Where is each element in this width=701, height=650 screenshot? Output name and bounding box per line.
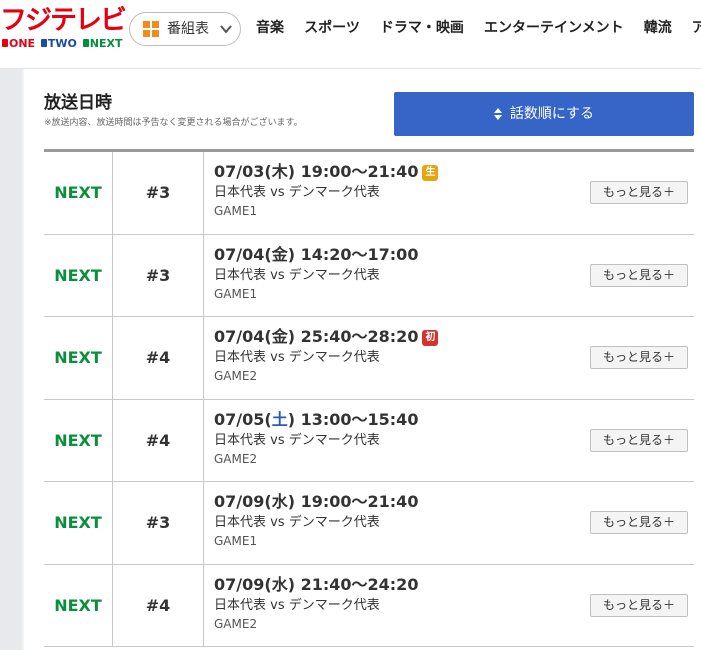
episode-number: #3	[113, 482, 204, 564]
schedule-row: NEXT #3 07/04(金) 14:20〜17:00 日本代表 vs デンマ…	[44, 234, 694, 317]
schedule-row: NEXT #4 07/04(金) 25:40〜28:20 初 日本代表 vs デン…	[44, 317, 694, 400]
game-label: GAME1	[214, 286, 258, 301]
more-button[interactable]: もっと見る＋	[590, 346, 688, 369]
more-button[interactable]: もっと見る＋	[590, 428, 688, 452]
channel-label: NEXT	[44, 152, 113, 234]
game-label: GAME1	[214, 534, 258, 548]
nav-item-korean[interactable]: 韓流	[644, 0, 672, 56]
chevron-down-icon	[220, 25, 232, 34]
logo-channels: ONE TWO NEXT	[0, 36, 122, 52]
game-label: GAME2	[214, 451, 258, 466]
nav-item-entertainment[interactable]: エンターテインメント	[484, 0, 624, 56]
more-button[interactable]: もっと見る＋	[590, 263, 688, 287]
program-guide-button[interactable]: 番組表	[129, 12, 241, 46]
grid-icon	[143, 21, 159, 37]
live-badge: 生	[422, 165, 439, 181]
game-label: GAME1	[214, 204, 258, 218]
episode-number: #4	[113, 564, 204, 646]
schedule-row: NEXT #4 07/09(水) 21:40〜24:20 日本代表 vs デンマ…	[44, 564, 694, 647]
program-title: 日本代表 vs デンマーク代表	[214, 597, 380, 613]
broadcast-datetime: 07/05(土) 13:00〜15:40	[214, 409, 419, 429]
channel-label: NEXT	[44, 317, 113, 399]
site-logo[interactable]: フジテレビ ONE TWO NEXT	[0, 5, 127, 52]
channel-label: NEXT	[44, 564, 113, 646]
channel-label: NEXT	[44, 234, 113, 316]
sort-button-label: 話数順にする	[509, 106, 595, 122]
program-title: 日本代表 vs デンマーク代表	[214, 515, 380, 530]
more-button[interactable]: もっと見る＋	[590, 511, 688, 534]
schedule-row: NEXT #3 07/03(木) 19:00〜21:40 生 日本代表 vs デン…	[44, 152, 694, 235]
broadcast-datetime: 07/09(水) 19:00〜21:40	[214, 492, 419, 511]
program-guide-label: 番組表	[167, 21, 209, 37]
more-button[interactable]: もっと見る＋	[590, 593, 688, 617]
broadcast-datetime: 07/09(水) 21:40〜24:20	[214, 574, 419, 594]
nav-item-drama-movie[interactable]: ドラマ・映画	[380, 0, 464, 56]
broadcast-datetime: 07/04(金) 25:40〜28:20 初	[214, 327, 574, 347]
program-title: 日本代表 vs デンマーク代表	[214, 432, 380, 448]
category-nav: 音楽 スポーツ ドラマ・映画 エンターテインメント 韓流 アニメ	[256, 0, 701, 56]
nav-item-anime[interactable]: アニメ	[692, 0, 701, 56]
channel-label: NEXT	[44, 399, 113, 481]
episode-number: #4	[113, 317, 204, 399]
more-button[interactable]: もっと見る＋	[590, 181, 688, 204]
broadcast-datetime: 07/03(木) 19:00〜21:40 生	[214, 162, 574, 182]
program-title: 日本代表 vs デンマーク代表	[214, 267, 380, 283]
schedule-row: NEXT #4 07/05(土) 13:00〜15:40 日本代表 vs デンマ…	[44, 399, 694, 482]
episode-number: #4	[113, 399, 204, 481]
game-label: GAME2	[214, 369, 258, 383]
schedule-notice: ※放送内容、放送時間は予告なく変更される場合がございます。	[44, 118, 303, 128]
program-title: 日本代表 vs デンマーク代表	[214, 350, 380, 365]
channel-label: NEXT	[44, 482, 113, 564]
broadcast-schedule-panel: 放送日時 ※放送内容、放送時間は予告なく変更される場合がございます。 話数順にす…	[24, 69, 701, 650]
nav-item-sports[interactable]: スポーツ	[304, 0, 360, 56]
program-title: 日本代表 vs デンマーク代表	[214, 185, 380, 200]
episode-number: #3	[113, 152, 204, 234]
schedule-row: NEXT #3 07/09(水) 19:00〜21:40 日本代表 vs デンマ…	[44, 482, 694, 565]
broadcast-datetime: 07/04(金) 14:20〜17:00	[214, 244, 419, 264]
first-broadcast-badge: 初	[422, 330, 439, 346]
episode-number: #3	[113, 234, 204, 316]
sort-by-episode-button[interactable]: 話数順にする	[394, 92, 694, 136]
logo-wordmark: フジテレビ	[0, 5, 127, 36]
site-header: フジテレビ ONE TWO NEXT 番組表 音楽 スポーツ ドラマ・映画 エン…	[0, 0, 701, 69]
sort-icon	[493, 108, 502, 120]
schedule-table: NEXT #3 07/03(木) 19:00〜21:40 生 日本代表 vs デン…	[44, 149, 694, 647]
page-gutter	[0, 69, 22, 650]
page-title: 放送日時	[44, 93, 112, 113]
nav-item-music[interactable]: 音楽	[256, 0, 284, 56]
game-label: GAME2	[214, 616, 258, 631]
